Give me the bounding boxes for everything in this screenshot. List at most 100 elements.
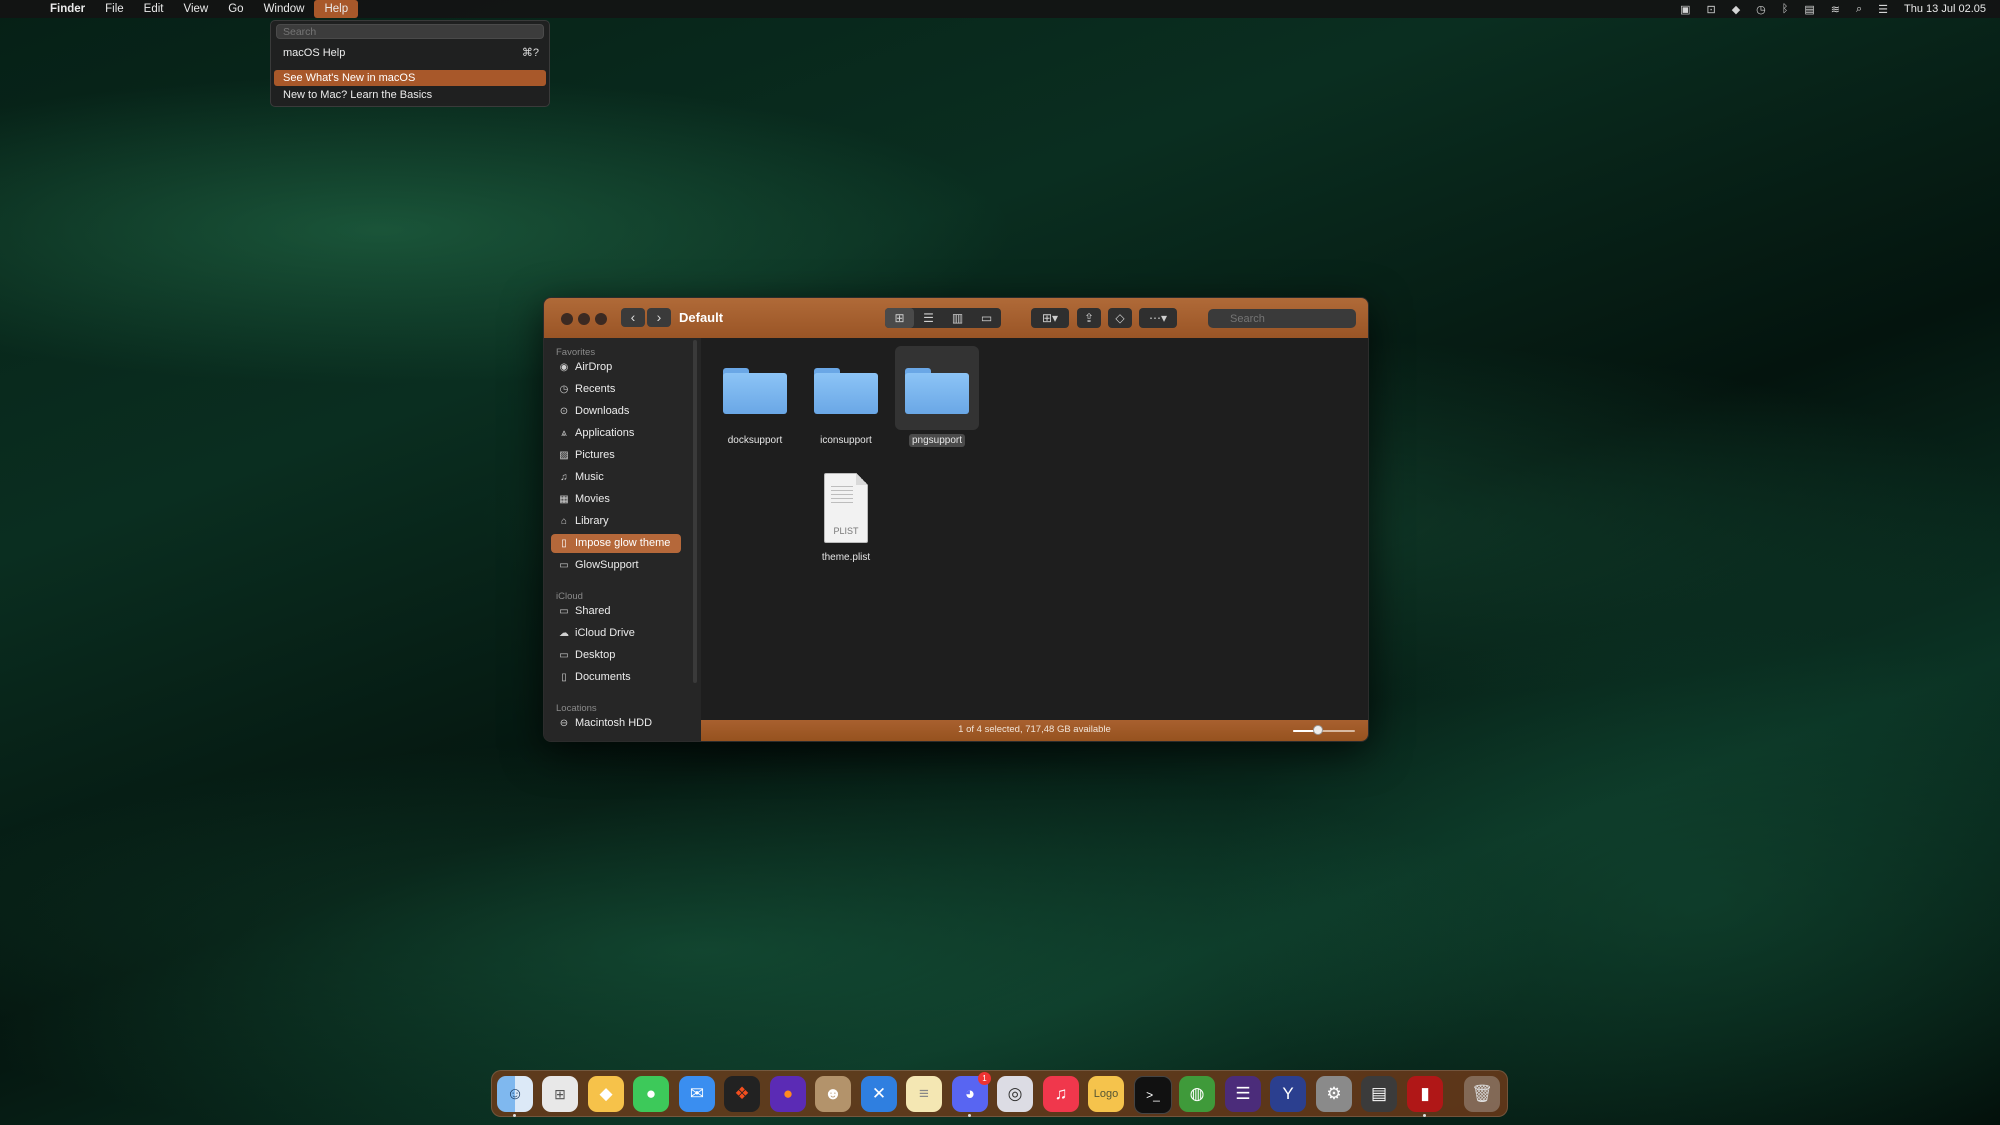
sidebar-item-label: Impose glow theme xyxy=(575,537,671,549)
menu-go[interactable]: Go xyxy=(218,0,253,18)
sidebar-item-pictures[interactable]: ▨ Pictures xyxy=(551,446,681,465)
sidebar-item-shared[interactable]: ▭ Shared xyxy=(551,602,681,621)
slider-knob[interactable] xyxy=(1312,725,1323,735)
search-icon[interactable]: ⌕ xyxy=(1856,3,1862,16)
wifi-icon[interactable]: ≋ xyxy=(1831,3,1840,16)
file-name: docksupport xyxy=(727,435,783,446)
finder-sidebar: Favorites ◉ AirDrop ◷ Recents ⊙ Downloads ⩓… xyxy=(544,338,701,741)
share-button[interactable]: ⇪ xyxy=(1077,308,1101,328)
sidebar-scrollbar[interactable] xyxy=(693,340,697,683)
notes-icon[interactable]: ≡ xyxy=(906,1076,942,1112)
sidebar-item-documents[interactable]: ▯ Documents xyxy=(551,668,681,687)
sidebar-item-label: Movies xyxy=(575,493,610,505)
more-icon: ⋯▾ xyxy=(1148,311,1168,325)
iterm-icon[interactable]: Y xyxy=(1270,1076,1306,1112)
help-search-input[interactable] xyxy=(276,24,544,39)
actions-button[interactable]: ⋯▾ xyxy=(1139,308,1177,328)
figma-icon[interactable]: ❖ xyxy=(724,1076,760,1112)
sidebar-item-label: Documents xyxy=(575,671,631,683)
discord-icon[interactable]: ◕ 1 xyxy=(952,1072,991,1112)
help-item-whats-new[interactable]: See What's New in macOS xyxy=(274,70,546,86)
help-item-label: New to Mac? Learn the Basics xyxy=(283,89,433,101)
sidebar-item-downloads[interactable]: ⊙ Downloads xyxy=(551,402,681,421)
gallery-view-button[interactable]: ▭ xyxy=(972,308,1001,328)
control-center-icon[interactable]: ☰ xyxy=(1878,3,1888,16)
menu-edit[interactable]: Edit xyxy=(134,0,174,18)
xcode-tools-icon[interactable]: ✕ xyxy=(861,1076,897,1112)
sidebar-item-desktop[interactable]: ▭ Desktop xyxy=(551,646,681,665)
finder-icon[interactable]: ☺ xyxy=(497,1076,533,1112)
sidebar-item-airdrop[interactable]: ◉ AirDrop xyxy=(551,358,681,377)
finder-search-input[interactable] xyxy=(1208,309,1356,328)
sidebar-item-label: Applications xyxy=(575,427,635,439)
group-by-button[interactable]: ⊞▾ xyxy=(1031,308,1069,328)
menu-file[interactable]: File xyxy=(95,0,134,18)
sidebar-item-impose-glow-theme[interactable]: ▯ Impose glow theme xyxy=(551,534,681,553)
keyboard-icon[interactable]: ▤ xyxy=(1804,3,1814,16)
sketch-icon[interactable]: ◆ xyxy=(588,1076,624,1112)
icon-size-slider[interactable] xyxy=(1293,725,1355,735)
sidebar-item-glowsupport[interactable]: ▭ GlowSupport xyxy=(551,556,681,575)
mail-icon[interactable]: ✉ xyxy=(679,1076,715,1112)
zoom-window-button[interactable] xyxy=(595,313,607,325)
sidebar-item-music[interactable]: ♫ Music xyxy=(551,468,681,487)
menu-app-finder[interactable]: Finder xyxy=(40,0,95,18)
contacts-icon[interactable]: ☻ xyxy=(815,1076,851,1112)
file-name: iconsupport xyxy=(820,435,872,446)
app-icon[interactable]: ▣ xyxy=(1680,3,1690,16)
sidebar-item-label: Desktop xyxy=(575,649,616,661)
sidebar-item-library[interactable]: ⌂ Library xyxy=(551,512,681,531)
tags-button[interactable]: ◇ xyxy=(1108,308,1132,328)
menu-bar-clock[interactable]: Thu 13 Jul 02.05 xyxy=(1904,3,1986,15)
cloud-icon: ☁ xyxy=(559,628,569,639)
menu-view[interactable]: View xyxy=(174,0,219,18)
bluetooth-icon[interactable]: ᛒ xyxy=(1782,3,1789,15)
status-text: 1 of 4 selected, 717,48 GB available xyxy=(958,724,1111,735)
system-preferences-icon[interactable]: ⚙ xyxy=(1316,1076,1352,1112)
file-item-iconsupport[interactable]: iconsupport xyxy=(804,346,888,448)
back-button[interactable]: ‹ xyxy=(621,308,645,327)
column-view-button[interactable]: ▥ xyxy=(943,308,972,328)
notion-like-icon[interactable]: ☰ xyxy=(1225,1076,1261,1112)
sidebar-header-favorites: Favorites xyxy=(556,347,596,358)
sidebar-item-icloud-drive[interactable]: ☁ iCloud Drive xyxy=(551,624,681,643)
menu-window[interactable]: Window xyxy=(254,0,315,18)
clock-icon[interactable]: ◷ xyxy=(1756,3,1766,16)
sidebar-item-recents[interactable]: ◷ Recents xyxy=(551,380,681,399)
file-item-pngsupport[interactable]: pngsupport xyxy=(895,346,979,448)
terminal-icon[interactable]: >_ xyxy=(1134,1076,1172,1114)
disk-icon: ⊖ xyxy=(559,718,569,729)
music-player-icon[interactable]: ◎ xyxy=(997,1076,1033,1112)
forward-button[interactable]: › xyxy=(647,308,671,327)
firefox-icon[interactable]: ● xyxy=(770,1076,806,1112)
close-window-button[interactable] xyxy=(561,313,573,325)
sidebar-item-movies[interactable]: ▦ Movies xyxy=(551,490,681,509)
sidebar-item-applications[interactable]: ⩓ Applications xyxy=(551,424,681,443)
icon-view-button[interactable]: ⊞ xyxy=(885,308,914,328)
file-name: pngsupport xyxy=(908,434,966,447)
trash-icon[interactable]: 🗑 xyxy=(1464,1076,1500,1112)
screen-icon[interactable]: ⊡ xyxy=(1706,3,1715,16)
file-item-docksupport[interactable]: docksupport xyxy=(713,346,797,448)
help-item-learn-basics[interactable]: New to Mac? Learn the Basics xyxy=(274,87,546,103)
folder-tile xyxy=(713,346,797,430)
dock: ☺ ⊞ ◆ ● ✉ ❖ ● ☻ ✕ ≡ ◕ 1 ◎ ♫ Logo >_ ◍ ☰ Y… xyxy=(491,1070,1508,1117)
document-icon: ▯ xyxy=(561,672,567,683)
red-app-icon[interactable]: ▮ xyxy=(1407,1076,1443,1112)
itunes-icon[interactable]: ♫ xyxy=(1043,1076,1079,1112)
clock-icon: ◷ xyxy=(559,384,569,395)
minimize-window-button[interactable] xyxy=(578,313,590,325)
list-view-button[interactable]: ☰ xyxy=(914,308,943,328)
menu-help[interactable]: Help xyxy=(314,0,359,18)
globe-icon[interactable]: ◍ xyxy=(1179,1076,1215,1112)
launchpad-icon[interactable]: ⊞ xyxy=(542,1076,578,1112)
help-item-macos-help[interactable]: macOS Help ⌘? xyxy=(274,45,546,61)
flame-icon[interactable]: ◆ xyxy=(1732,3,1740,16)
file-item-theme-plist[interactable]: PLIST theme.plist xyxy=(804,471,888,565)
messages-icon[interactable]: ● xyxy=(633,1076,669,1112)
folder-icon xyxy=(814,368,878,414)
sidebar-item-macintosh-hdd[interactable]: ⊖ Macintosh HDD xyxy=(551,714,681,733)
window-title: Default xyxy=(679,310,724,325)
logo-app-icon[interactable]: Logo xyxy=(1088,1076,1124,1112)
archive-icon[interactable]: ▤ xyxy=(1361,1076,1397,1112)
